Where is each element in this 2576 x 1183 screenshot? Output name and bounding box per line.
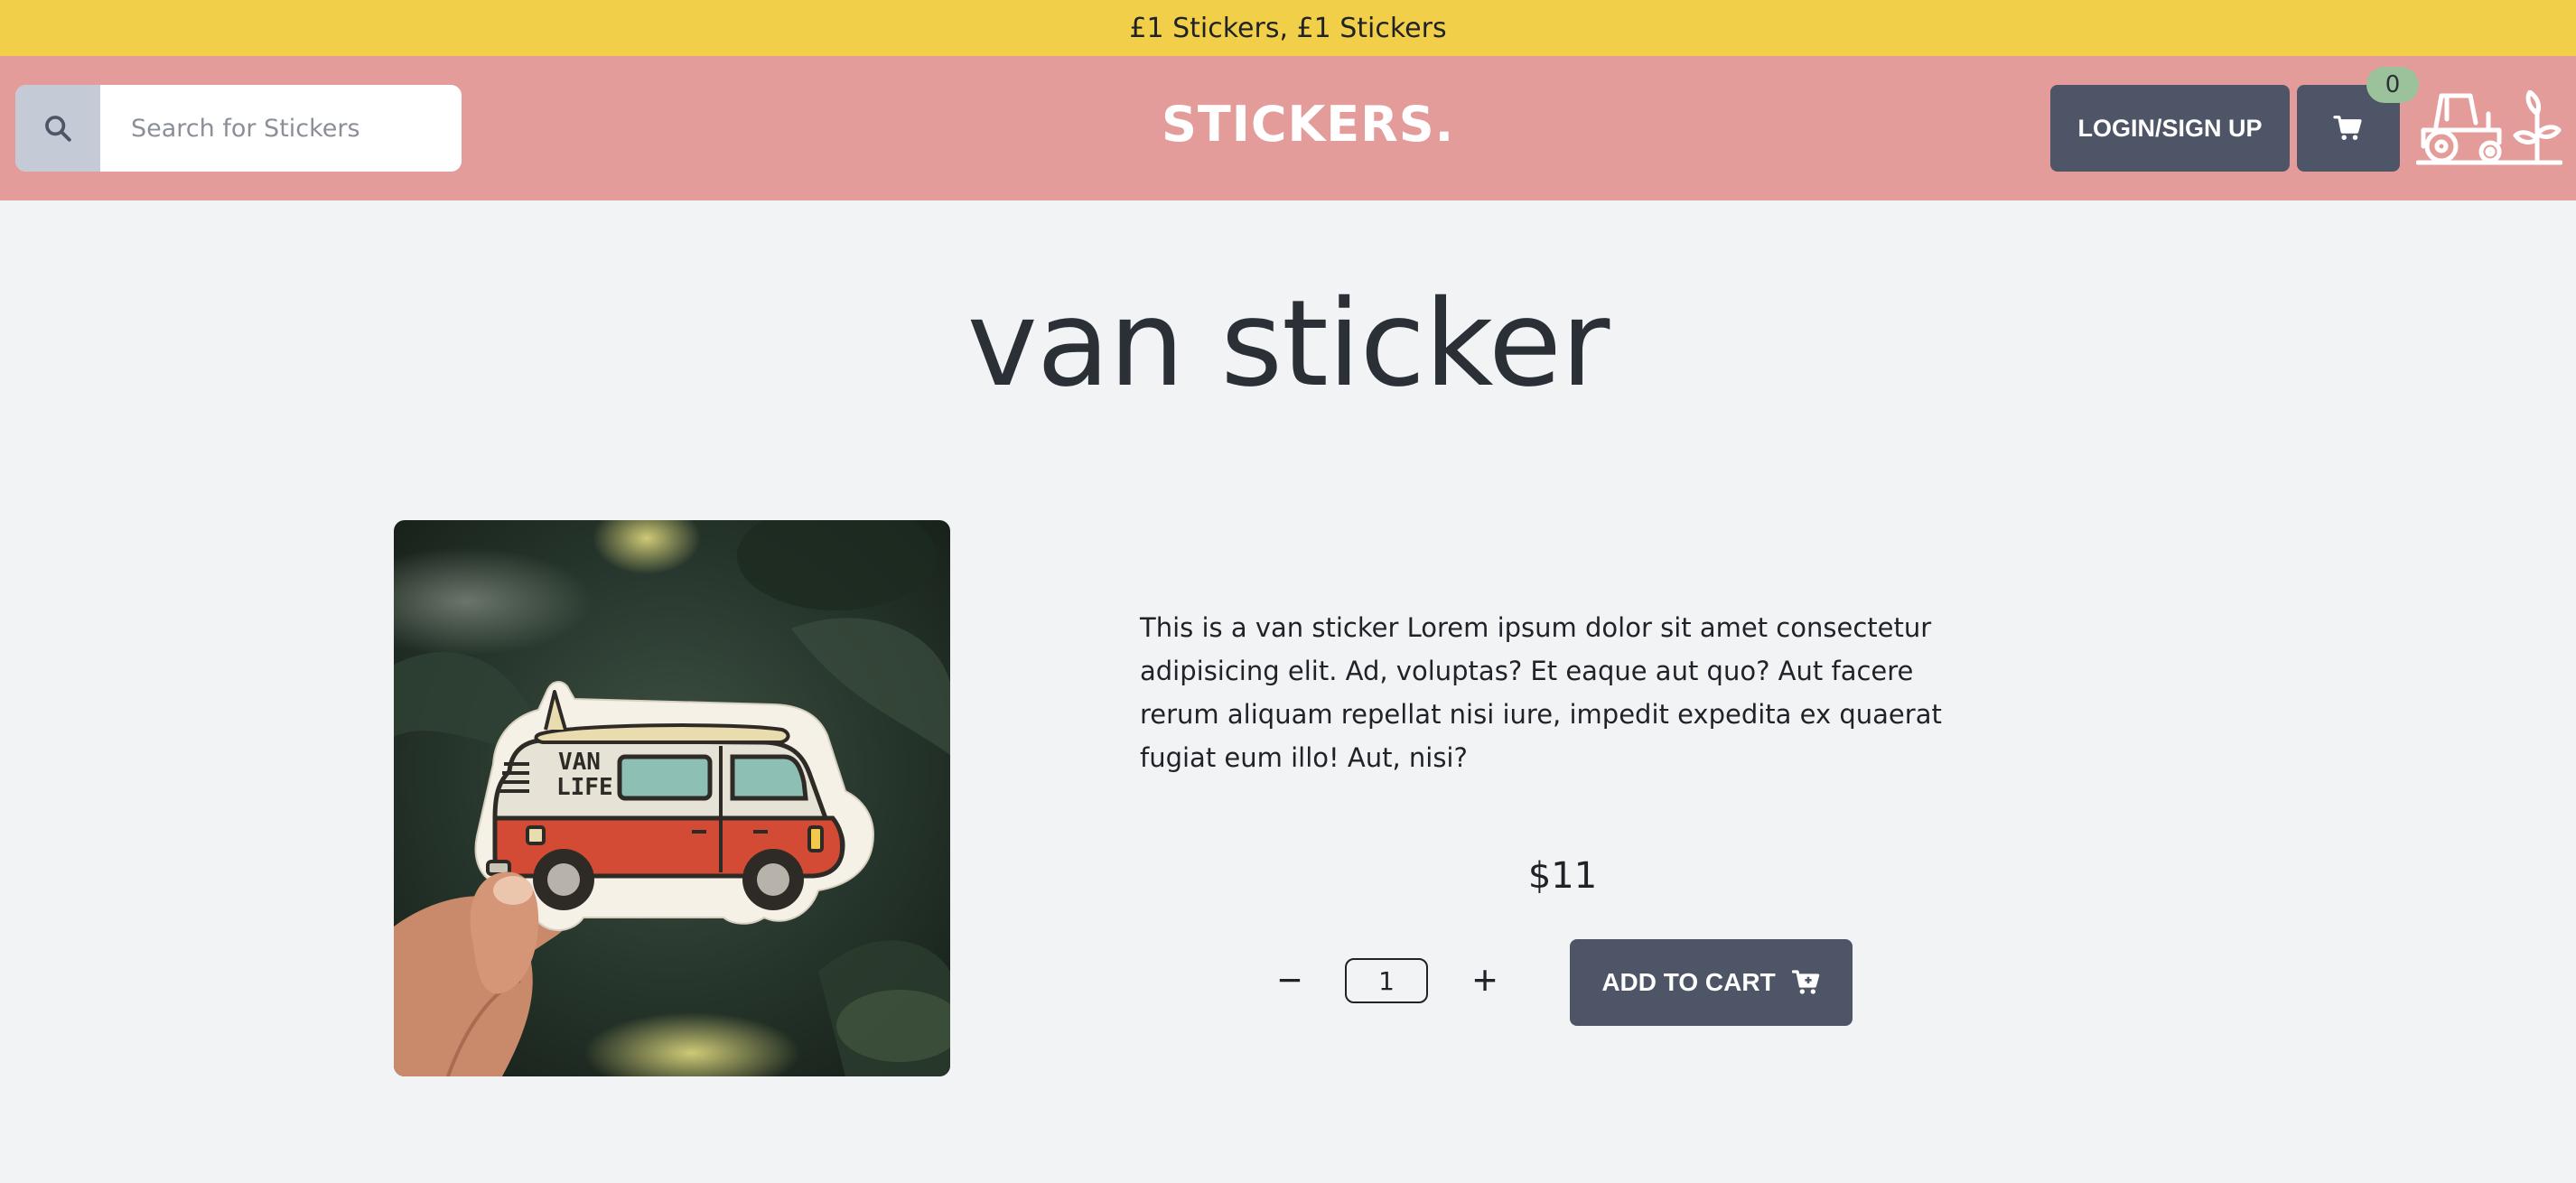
search-button[interactable] (15, 85, 100, 172)
quantity-input[interactable] (1345, 958, 1428, 1003)
announcement-bar: £1 Stickers, £1 Stickers (0, 0, 2576, 56)
van-sticker-photo: VAN LIFE (394, 520, 950, 1076)
announcement-text: £1 Stickers, £1 Stickers (1129, 12, 1447, 44)
sticker-text-van: VAN (558, 749, 601, 776)
login-signup-button[interactable]: LOGIN/SIGN UP (2050, 85, 2290, 172)
site-header: STICKERS. LOGIN/SIGN UP 0 (0, 56, 2576, 200)
search-icon (45, 116, 71, 142)
product-image: VAN LIFE (394, 520, 950, 1076)
cart-icon (2333, 116, 2362, 140)
quantity-increment-button[interactable]: + (1462, 956, 1507, 1003)
product-title: van sticker (966, 275, 1610, 414)
tractor-plant-icon[interactable] (2416, 90, 2562, 166)
search-input[interactable] (100, 85, 462, 172)
add-to-cart-label: ADD TO CART (1601, 968, 1776, 996)
brand-logo-text[interactable]: STICKERS. (1162, 96, 1453, 153)
cart-plus-icon (1791, 970, 1819, 994)
add-to-cart-button[interactable]: ADD TO CART (1570, 939, 1853, 1026)
product-price: $11 (1527, 855, 1598, 897)
quantity-decrement-button[interactable]: − (1267, 956, 1312, 1003)
cart-count-badge: 0 (2366, 67, 2419, 103)
sticker-text-life: LIFE (556, 774, 613, 801)
product-description: This is a van sticker Lorem ipsum dolor … (1140, 612, 1942, 773)
search-bar (15, 85, 462, 172)
